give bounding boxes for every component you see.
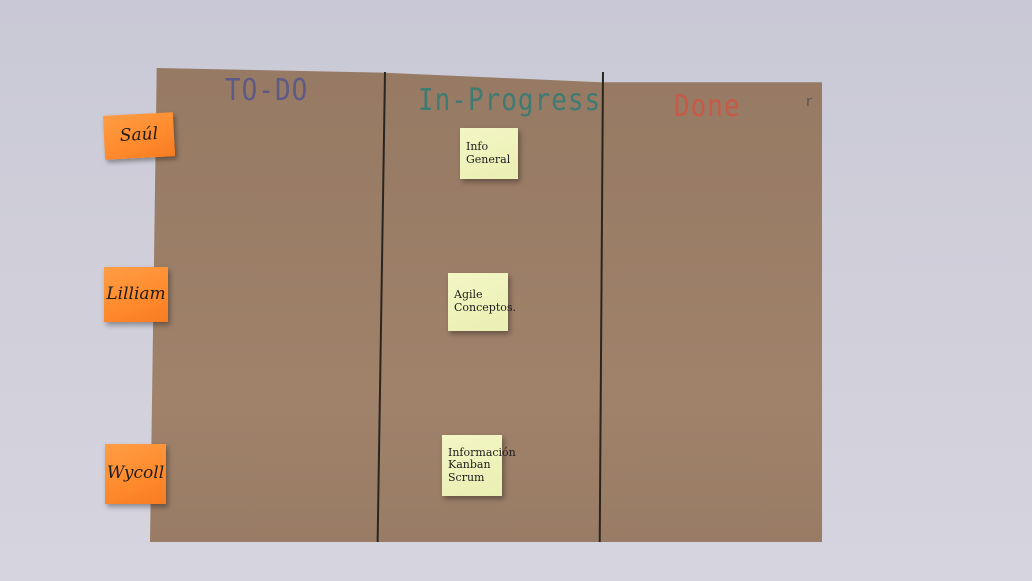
task-note-line: Scrum: [448, 470, 485, 484]
task-note-info-general[interactable]: Info General: [460, 128, 518, 179]
column-title-todo: TO-DO: [225, 73, 309, 109]
corner-mark: r: [806, 94, 812, 110]
column-title-done: Done: [674, 89, 741, 125]
task-note-line: Info: [466, 139, 489, 153]
task-note-line: Conceptos.: [454, 301, 517, 314]
person-note-wycoll[interactable]: Wycoll: [105, 444, 166, 504]
task-note-line: Kanban: [448, 458, 491, 472]
task-note-line: General: [466, 152, 511, 166]
person-note-saul[interactable]: Saúl: [102, 112, 176, 160]
person-note-lilliam[interactable]: Lilliam: [104, 267, 168, 322]
task-note-agile-conceptos[interactable]: Agile Conceptos.: [448, 273, 516, 331]
column-title-in-progress: In-Progress: [418, 83, 602, 119]
task-note-informacion-kanban-scrum[interactable]: Información Kanban Scrum: [442, 435, 516, 496]
